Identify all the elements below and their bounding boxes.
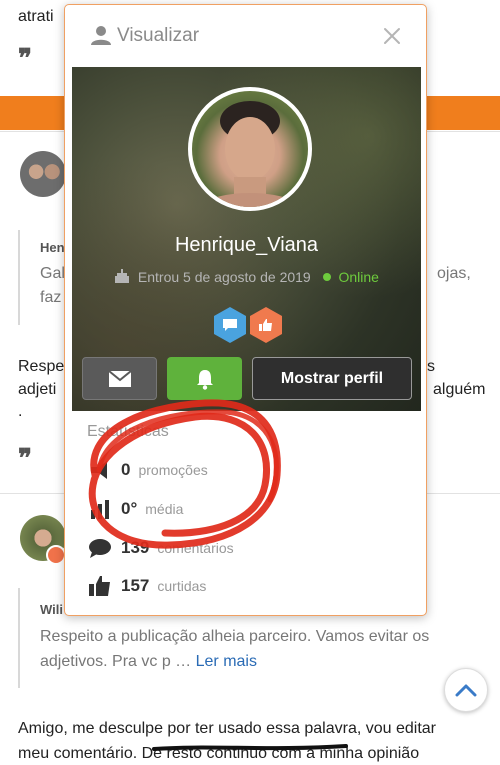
online-status: Online <box>338 269 379 285</box>
comment-text-line-end: s <box>427 358 435 375</box>
profile-card: Henrique_Viana Entrou 5 de agosto de 201… <box>72 67 421 411</box>
quoted-text-line: Respeito a publicação alheia parceiro. V… <box>40 628 430 645</box>
stat-row-comments: 139 comentários <box>87 533 234 563</box>
bell-icon <box>196 369 213 390</box>
profile-avatar[interactable] <box>188 87 312 211</box>
stat-label: promoções <box>138 462 208 478</box>
thumbs-up-badge-icon[interactable] <box>250 307 282 343</box>
megaphone-icon <box>87 457 113 483</box>
stat-value: 0° <box>121 499 138 518</box>
stat-label: média <box>145 501 184 517</box>
quote-icon[interactable]: ❞ <box>18 46 32 72</box>
show-profile-button[interactable]: Mostrar perfil <box>252 357 412 400</box>
scroll-to-top-button[interactable] <box>444 668 488 712</box>
stat-value: 157 <box>121 576 150 595</box>
quoted-text-line: faz <box>40 289 62 306</box>
comment-text-line: . <box>18 403 23 420</box>
quoted-text-line: adjetivos. Pra vc p … Ler mais <box>40 653 257 671</box>
commenter-avatar[interactable] <box>20 151 66 197</box>
comment-text-line: Respe <box>18 358 65 375</box>
cake-icon <box>114 268 130 287</box>
popup-header: Visualizar <box>65 5 426 67</box>
close-icon[interactable] <box>383 27 401 45</box>
read-more-link[interactable]: Ler mais <box>196 653 257 670</box>
comment-icon <box>87 535 113 561</box>
bar-chart-icon <box>87 496 113 522</box>
stat-label: curtidas <box>157 578 207 594</box>
follow-button[interactable] <box>167 357 242 400</box>
quote-block <box>18 588 20 688</box>
stat-row-likes: 157 curtidas <box>87 571 206 601</box>
quoted-text-line: Gal <box>40 265 65 282</box>
quote-icon[interactable]: ❞ <box>18 446 32 472</box>
profile-photo <box>200 101 300 207</box>
stat-value: 139 <box>121 538 150 557</box>
comment-text-line: Amigo, me desculpe por ter usado essa pa… <box>18 720 437 737</box>
thumbs-up-icon <box>87 573 113 599</box>
strike-annotation <box>152 744 348 751</box>
quoted-text: adjetivos. Pra vc p … <box>40 653 192 670</box>
user-preview-popup: Visualizar Henrique_Viana Entrou 5 de ag… <box>64 4 427 616</box>
comment-badge-icon[interactable] <box>214 307 246 343</box>
popup-title: Visualizar <box>117 25 200 46</box>
stat-label: comentários <box>157 540 234 556</box>
joined-date: Entrou 5 de agosto de 2019 <box>137 269 311 285</box>
stat-row-average: 0° média <box>87 494 183 524</box>
joined-row: Entrou 5 de agosto de 2019 Online <box>72 268 421 287</box>
chevron-up-icon <box>455 684 477 697</box>
online-status-dot <box>322 273 331 281</box>
quoted-author[interactable]: Wili <box>40 602 63 617</box>
like-badge-icon <box>46 545 66 565</box>
profile-username[interactable]: Henrique_Viana <box>72 234 421 257</box>
message-button[interactable] <box>82 357 157 400</box>
comment-text-line: adjeti <box>18 381 57 398</box>
quoted-author[interactable]: Hen <box>40 240 65 255</box>
mail-icon <box>107 369 132 387</box>
stat-row-promotions: 0 promoções <box>87 455 208 485</box>
quote-block <box>18 230 20 325</box>
stat-value: 0 <box>121 460 131 479</box>
background-text-top: atrati <box>18 8 54 25</box>
stats-title: Estatísticas <box>87 423 169 440</box>
user-icon <box>91 26 111 45</box>
comment-text-line-end: alguém <box>433 381 486 398</box>
quoted-text-line-end: ojas, <box>437 265 471 282</box>
